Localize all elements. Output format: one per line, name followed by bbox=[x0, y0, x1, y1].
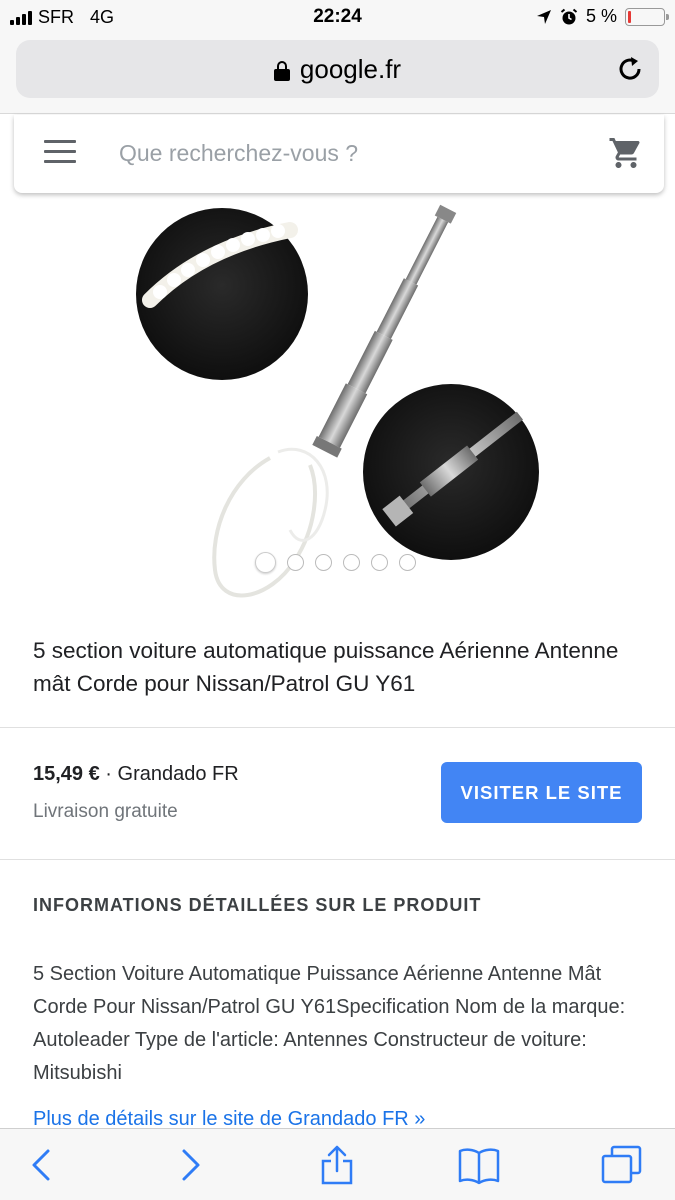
carousel-dot[interactable] bbox=[343, 554, 360, 571]
carousel-dot[interactable] bbox=[287, 554, 304, 571]
tabs-icon[interactable] bbox=[600, 1145, 644, 1185]
status-bar: SFR 4G 22:24 5 % bbox=[0, 0, 675, 34]
battery-percent: 5 % bbox=[585, 6, 617, 26]
carousel-dots bbox=[255, 552, 416, 573]
bookmarks-icon[interactable] bbox=[457, 1145, 501, 1185]
carousel-dot[interactable] bbox=[399, 554, 416, 571]
location-arrow-icon bbox=[536, 9, 551, 24]
url-text: google.fr bbox=[299, 54, 402, 84]
visit-site-button[interactable]: VISITER LE SITE bbox=[441, 762, 642, 823]
product-description: 5 Section Voiture Automatique Puissance … bbox=[33, 963, 626, 1084]
address-bar[interactable]: google.fr bbox=[16, 40, 659, 98]
status-right: 5 % bbox=[536, 6, 669, 27]
address-display[interactable]: google.fr bbox=[16, 54, 659, 85]
browser-bar: google.fr bbox=[0, 34, 675, 114]
carousel-dot[interactable] bbox=[255, 552, 276, 573]
price-separator: · bbox=[99, 763, 118, 785]
shipping-info: Livraison gratuite bbox=[33, 801, 178, 822]
lock-icon bbox=[273, 61, 290, 81]
search-input[interactable]: Que recherchez-vous ? bbox=[119, 140, 358, 167]
seller-name: Grandado FR bbox=[117, 763, 239, 785]
divider bbox=[0, 727, 675, 728]
details-heading: INFORMATIONS DÉTAILLÉES SUR LE PRODUIT bbox=[33, 895, 482, 915]
share-icon[interactable] bbox=[315, 1145, 359, 1185]
product-title: 5 section voiture automatique puissance … bbox=[33, 638, 619, 696]
price-line: 15,49 € · Grandado FR bbox=[33, 763, 239, 786]
cart-icon[interactable] bbox=[608, 135, 644, 171]
browser-toolbar bbox=[0, 1128, 675, 1200]
battery-level bbox=[628, 10, 631, 23]
back-icon[interactable] bbox=[20, 1145, 64, 1185]
battery-icon bbox=[625, 7, 669, 26]
reload-icon[interactable] bbox=[615, 54, 645, 84]
carousel-dot[interactable] bbox=[371, 554, 388, 571]
carousel-dot[interactable] bbox=[315, 554, 332, 571]
menu-icon[interactable] bbox=[44, 140, 76, 166]
forward-icon[interactable] bbox=[168, 1145, 212, 1185]
alarm-icon bbox=[560, 8, 578, 24]
divider bbox=[0, 859, 675, 860]
product-image[interactable] bbox=[120, 200, 560, 610]
search-header: Que recherchez-vous ? bbox=[14, 115, 664, 193]
price: 15,49 € bbox=[33, 763, 100, 785]
